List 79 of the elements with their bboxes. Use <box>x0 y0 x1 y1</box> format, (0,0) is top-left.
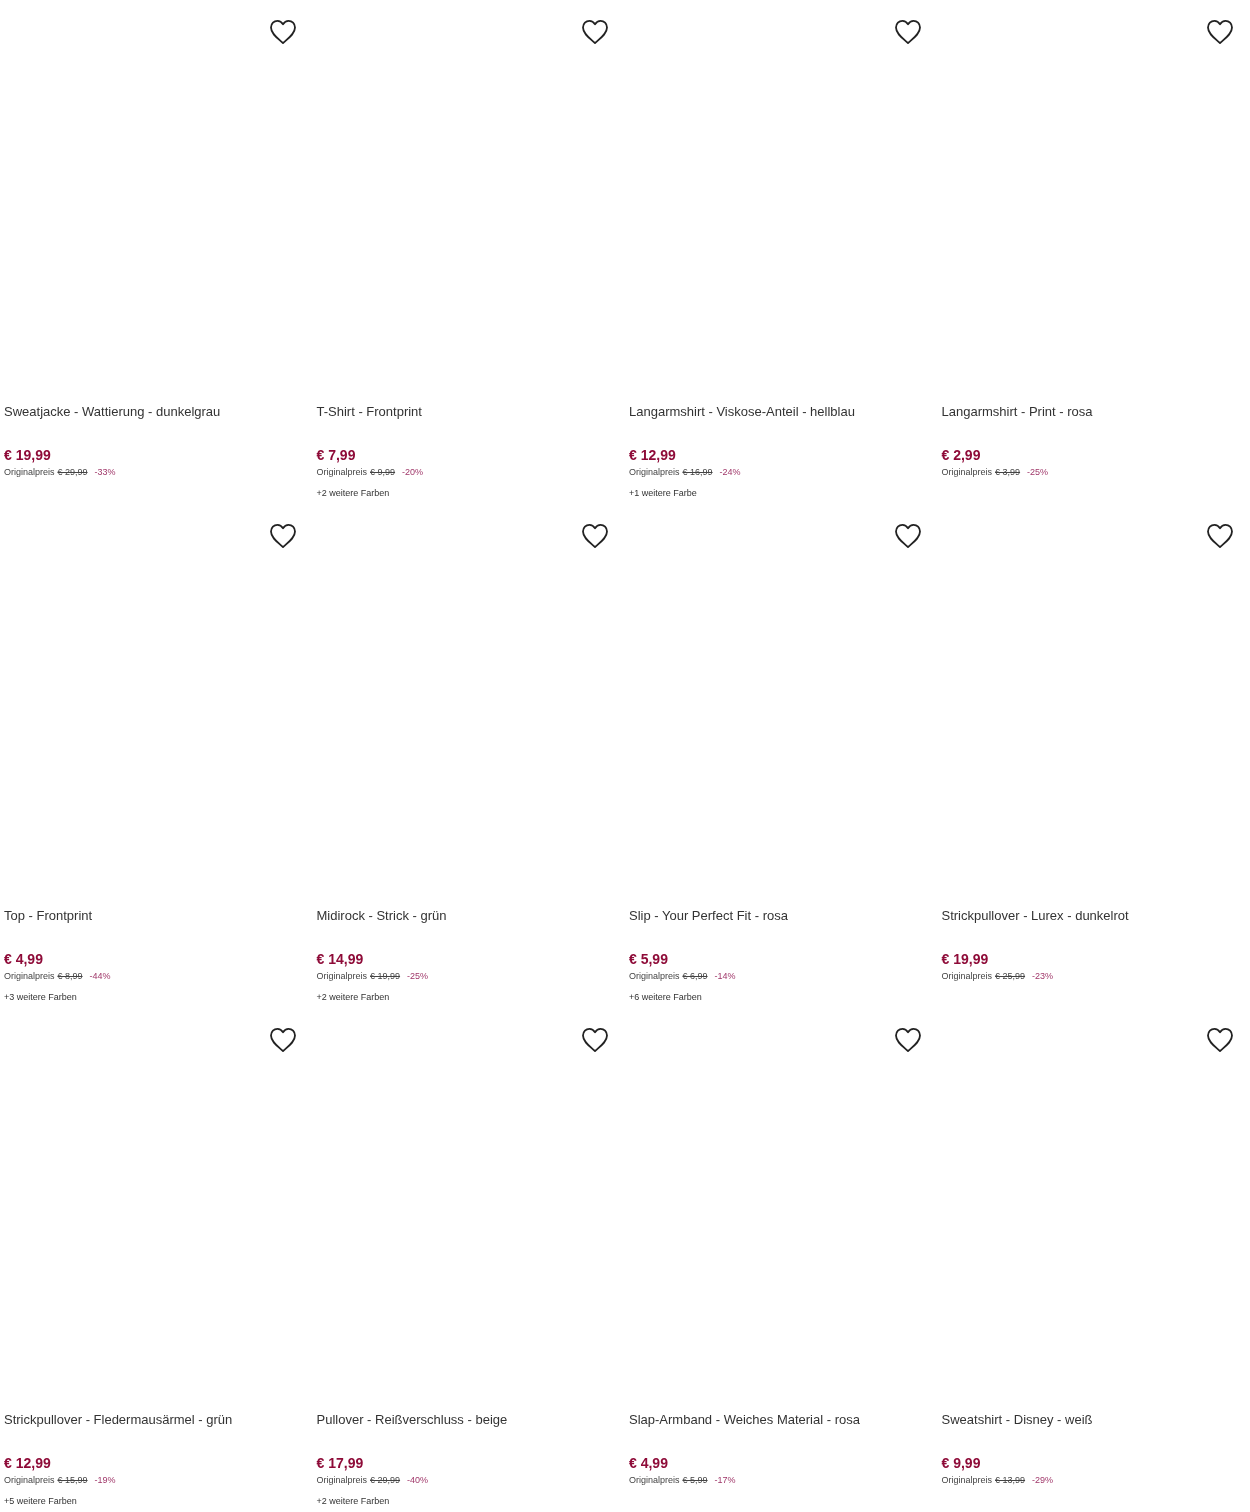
discount: -24% <box>719 466 741 478</box>
product-title[interactable]: Sweatjacke - Wattierung - dunkelgrau <box>4 404 309 420</box>
original-price: € 29,99 <box>370 1474 401 1486</box>
original-price-label: Originalpreis <box>4 1474 55 1486</box>
original-price-label: Originalpreis <box>629 1474 680 1486</box>
product-title[interactable]: Sweatshirt - Disney - weiß <box>941 1412 1246 1428</box>
original-price: € 8,99 <box>57 970 83 982</box>
original-price: € 25,99 <box>995 970 1026 982</box>
product-title[interactable]: Langarmshirt - Viskose-Anteil - hellblau <box>629 404 934 420</box>
discount: -14% <box>714 970 736 982</box>
original-price-label: Originalpreis <box>629 466 680 478</box>
original-price: € 3,99 <box>995 466 1021 478</box>
more-colors-link[interactable]: +2 weitere Farben <box>316 1496 390 1506</box>
more-colors-link[interactable]: +2 weitere Farben <box>316 992 390 1002</box>
discount: -40% <box>407 1474 429 1486</box>
original-price: € 16,99 <box>682 466 713 478</box>
original-price-label: Originalpreis <box>941 1474 993 1486</box>
product-title[interactable]: Midirock - Strick - grün <box>316 908 621 924</box>
heart-icon[interactable] <box>268 1027 297 1053</box>
more-colors-link[interactable]: +3 weitere Farben <box>4 992 77 1002</box>
more-colors-link[interactable]: +5 weitere Farben <box>4 1496 77 1506</box>
discount: -25% <box>1027 466 1049 478</box>
original-price-label: Originalpreis <box>4 970 55 982</box>
original-price: € 29,99 <box>57 466 88 478</box>
sale-price: € 9,99 <box>941 1455 982 1471</box>
sale-price: € 2,99 <box>941 447 982 463</box>
heart-icon[interactable] <box>1206 1027 1234 1053</box>
original-price: € 6,99 <box>682 970 708 982</box>
sale-price: € 19,99 <box>4 447 52 463</box>
discount: -44% <box>89 970 111 982</box>
discount: -23% <box>1032 970 1054 982</box>
heart-icon[interactable] <box>1206 523 1234 549</box>
sale-price: € 7,99 <box>316 447 357 463</box>
product-title[interactable]: T-Shirt - Frontprint <box>316 404 621 420</box>
product-title[interactable]: Pullover - Reißverschluss - beige <box>316 1412 621 1428</box>
product-title[interactable]: Slap-Armband - Weiches Material - rosa <box>629 1412 934 1428</box>
original-price: € 15,99 <box>57 1474 88 1486</box>
sale-price: € 5,99 <box>629 951 669 967</box>
original-price-label: Originalpreis <box>316 1474 368 1486</box>
sale-price: € 12,99 <box>4 1455 52 1471</box>
product-title[interactable]: Slip - Your Perfect Fit - rosa <box>629 908 934 924</box>
original-price-label: Originalpreis <box>316 466 368 478</box>
more-colors-link[interactable]: +1 weitere Farbe <box>629 488 697 498</box>
product-title[interactable]: Top - Frontprint <box>4 908 309 924</box>
discount: -20% <box>402 466 424 478</box>
more-colors-link[interactable]: +6 weitere Farben <box>629 992 702 1002</box>
original-price-label: Originalpreis <box>941 466 993 478</box>
sale-price: € 14,99 <box>316 951 365 967</box>
sale-price: € 12,99 <box>629 447 677 463</box>
more-colors-link[interactable]: +2 weitere Farben <box>316 488 390 498</box>
heart-icon[interactable] <box>268 523 297 549</box>
product-title[interactable]: Langarmshirt - Print - rosa <box>941 404 1246 420</box>
heart-icon[interactable] <box>1206 19 1234 45</box>
sale-price: € 17,99 <box>316 1455 365 1471</box>
original-price: € 13,99 <box>995 1474 1026 1486</box>
discount: -25% <box>407 970 429 982</box>
original-price-label: Originalpreis <box>316 970 368 982</box>
original-price-label: Originalpreis <box>4 466 55 478</box>
sale-price: € 4,99 <box>4 951 44 967</box>
heart-icon[interactable] <box>581 523 609 549</box>
heart-icon[interactable] <box>581 1027 609 1053</box>
heart-icon[interactable] <box>268 19 297 45</box>
heart-icon[interactable] <box>581 19 609 45</box>
heart-icon[interactable] <box>893 1027 922 1053</box>
discount: -33% <box>94 466 116 478</box>
discount: -19% <box>94 1474 116 1486</box>
original-price: € 19,99 <box>370 970 401 982</box>
discount: -17% <box>714 1474 736 1486</box>
original-price-label: Originalpreis <box>629 970 680 982</box>
original-price: € 9,99 <box>370 466 396 478</box>
sale-price: € 4,99 <box>629 1455 669 1471</box>
original-price-label: Originalpreis <box>941 970 993 982</box>
product-title[interactable]: Strickpullover - Lurex - dunkelrot <box>941 908 1246 924</box>
original-price: € 5,99 <box>682 1474 708 1486</box>
heart-icon[interactable] <box>893 19 922 45</box>
product-title[interactable]: Strickpullover - Fledermausärmel - grün <box>4 1412 309 1428</box>
heart-icon[interactable] <box>893 523 922 549</box>
sale-price: € 19,99 <box>941 951 990 967</box>
discount: -29% <box>1032 1474 1054 1486</box>
